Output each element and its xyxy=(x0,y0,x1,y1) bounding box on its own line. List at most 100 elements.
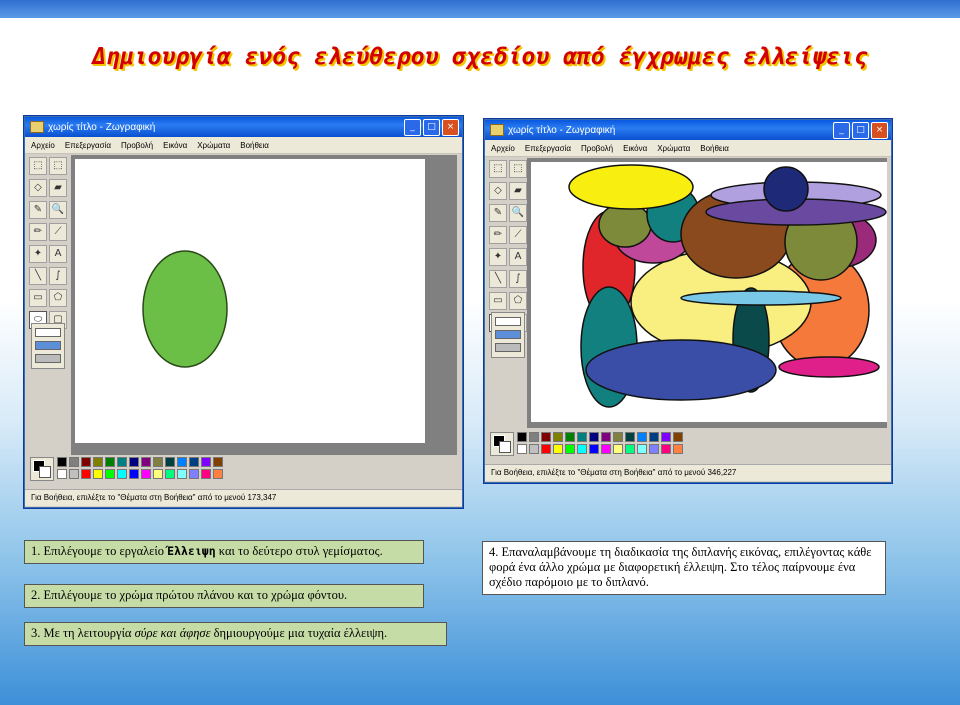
close-button[interactable]: × xyxy=(442,119,459,136)
curve-tool-icon[interactable]: ∫ xyxy=(509,270,527,288)
palette-swatch[interactable] xyxy=(189,457,199,467)
text-tool-icon[interactable]: A xyxy=(49,245,67,263)
palette-swatch[interactable] xyxy=(153,457,163,467)
menu-image[interactable]: Εικόνα xyxy=(163,141,187,150)
palette-swatch[interactable] xyxy=(637,444,647,454)
palette-swatch[interactable] xyxy=(673,432,683,442)
palette-swatch[interactable] xyxy=(129,457,139,467)
palette-swatch[interactable] xyxy=(517,432,527,442)
menu-view[interactable]: Προβολή xyxy=(121,141,153,150)
palette-swatch[interactable] xyxy=(661,432,671,442)
background-color[interactable] xyxy=(499,441,511,453)
minimize-button[interactable]: _ xyxy=(833,122,850,139)
palette-swatch[interactable] xyxy=(601,444,611,454)
background-color[interactable] xyxy=(39,466,51,478)
rectangle-tool-icon[interactable]: ▭ xyxy=(29,289,47,307)
palette-swatch[interactable] xyxy=(213,457,223,467)
brush-tool-icon[interactable]: ⟋ xyxy=(49,223,67,241)
palette-swatch[interactable] xyxy=(625,432,635,442)
palette-swatch[interactable] xyxy=(577,444,587,454)
palette-swatch[interactable] xyxy=(213,469,223,479)
palette-swatch[interactable] xyxy=(661,444,671,454)
palette-swatch[interactable] xyxy=(105,469,115,479)
text-tool-icon[interactable]: A xyxy=(509,248,527,266)
palette-swatch[interactable] xyxy=(117,457,127,467)
palette-swatch[interactable] xyxy=(553,444,563,454)
maximize-button[interactable]: □ xyxy=(423,119,440,136)
pencil-tool-icon[interactable]: ✏ xyxy=(29,223,47,241)
pick-color-tool-icon[interactable]: ✎ xyxy=(489,204,507,222)
magnifier-tool-icon[interactable]: 🔍 xyxy=(49,201,67,219)
palette-swatch[interactable] xyxy=(81,457,91,467)
palette-swatch[interactable] xyxy=(565,444,575,454)
menu-edit[interactable]: Επεξεργασία xyxy=(65,141,111,150)
menu-file[interactable]: Αρχείο xyxy=(491,144,515,153)
palette-swatch[interactable] xyxy=(129,469,139,479)
maximize-button[interactable]: □ xyxy=(852,122,869,139)
palette-swatch[interactable] xyxy=(577,432,587,442)
eraser-tool-icon[interactable]: ◇ xyxy=(489,182,507,200)
menu-colors[interactable]: Χρώματα xyxy=(197,141,230,150)
pencil-tool-icon[interactable]: ✏ xyxy=(489,226,507,244)
palette-swatch[interactable] xyxy=(153,469,163,479)
palette-swatch[interactable] xyxy=(589,444,599,454)
fill-tool-icon[interactable]: ▰ xyxy=(509,182,527,200)
magnifier-tool-icon[interactable]: 🔍 xyxy=(509,204,527,222)
palette-swatch[interactable] xyxy=(613,432,623,442)
palette-swatch[interactable] xyxy=(189,469,199,479)
fill-style-fill-only[interactable] xyxy=(35,354,61,363)
menu-file[interactable]: Αρχείο xyxy=(31,141,55,150)
title-bar[interactable]: χωρίς τίτλο - Ζωγραφική _ □ × xyxy=(25,117,462,137)
palette-swatch[interactable] xyxy=(541,444,551,454)
palette-swatch[interactable] xyxy=(57,469,67,479)
palette-swatch[interactable] xyxy=(649,432,659,442)
fill-tool-icon[interactable]: ▰ xyxy=(49,179,67,197)
menu-help[interactable]: Βοήθεια xyxy=(240,141,269,150)
palette-swatch[interactable] xyxy=(69,469,79,479)
palette-swatch[interactable] xyxy=(201,469,211,479)
rectangle-tool-icon[interactable]: ▭ xyxy=(489,292,507,310)
palette-swatch[interactable] xyxy=(517,444,527,454)
curve-tool-icon[interactable]: ∫ xyxy=(49,267,67,285)
select-tool-icon[interactable]: ⬚ xyxy=(509,160,527,178)
palette-swatch[interactable] xyxy=(141,457,151,467)
palette-swatch[interactable] xyxy=(601,432,611,442)
palette-swatch[interactable] xyxy=(177,469,187,479)
palette-swatch[interactable] xyxy=(529,432,539,442)
line-tool-icon[interactable]: ╲ xyxy=(489,270,507,288)
palette-swatch[interactable] xyxy=(117,469,127,479)
palette-swatch[interactable] xyxy=(81,469,91,479)
palette-swatch[interactable] xyxy=(165,469,175,479)
fill-style-outline[interactable] xyxy=(495,317,521,326)
menu-colors[interactable]: Χρώματα xyxy=(657,144,690,153)
drawing-canvas[interactable] xyxy=(75,159,425,443)
close-button[interactable]: × xyxy=(871,122,888,139)
airbrush-tool-icon[interactable]: ✦ xyxy=(489,248,507,266)
polygon-tool-icon[interactable]: ⬠ xyxy=(49,289,67,307)
palette-swatch[interactable] xyxy=(57,457,67,467)
menu-help[interactable]: Βοήθεια xyxy=(700,144,729,153)
free-select-tool-icon[interactable]: ⬚ xyxy=(29,157,47,175)
menu-view[interactable]: Προβολή xyxy=(581,144,613,153)
free-select-tool-icon[interactable]: ⬚ xyxy=(489,160,507,178)
fill-style-outline-fill[interactable] xyxy=(35,341,61,350)
palette-swatch[interactable] xyxy=(69,457,79,467)
palette-swatch[interactable] xyxy=(613,444,623,454)
palette-swatch[interactable] xyxy=(105,457,115,467)
line-tool-icon[interactable]: ╲ xyxy=(29,267,47,285)
drawing-canvas[interactable] xyxy=(531,162,887,422)
palette-swatch[interactable] xyxy=(529,444,539,454)
fill-style-outline-fill[interactable] xyxy=(495,330,521,339)
palette-swatch[interactable] xyxy=(541,432,551,442)
fill-style-outline[interactable] xyxy=(35,328,61,337)
polygon-tool-icon[interactable]: ⬠ xyxy=(509,292,527,310)
palette-swatch[interactable] xyxy=(553,432,563,442)
palette-swatch[interactable] xyxy=(625,444,635,454)
palette-swatch[interactable] xyxy=(673,444,683,454)
palette-swatch[interactable] xyxy=(637,432,647,442)
title-bar[interactable]: χωρίς τίτλο - Ζωγραφική _ □ × xyxy=(485,120,891,140)
palette-swatch[interactable] xyxy=(93,457,103,467)
menu-edit[interactable]: Επεξεργασία xyxy=(525,144,571,153)
palette-swatch[interactable] xyxy=(565,432,575,442)
palette-swatch[interactable] xyxy=(141,469,151,479)
